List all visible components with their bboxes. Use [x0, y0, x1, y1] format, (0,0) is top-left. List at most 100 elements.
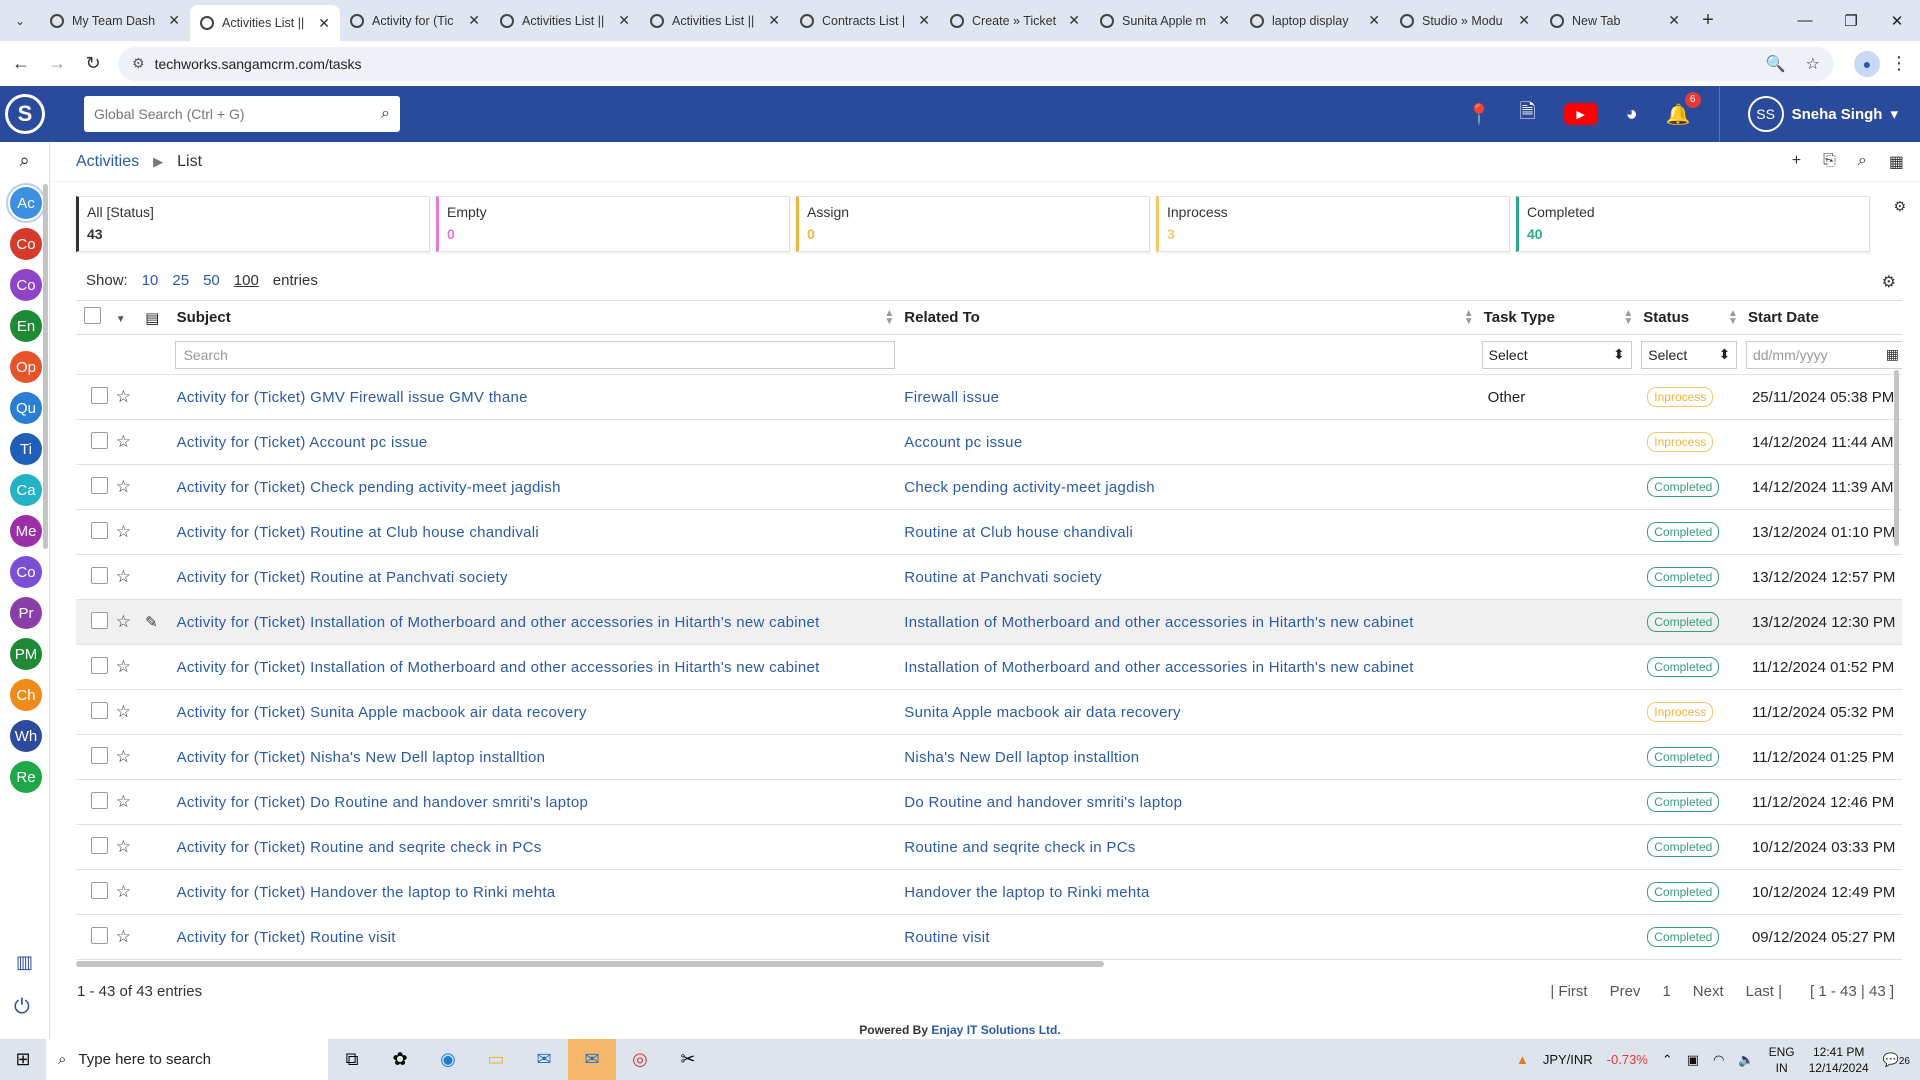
- rail-module-item[interactable]: Co: [10, 269, 42, 301]
- app-logo[interactable]: S: [0, 86, 50, 142]
- column-header-related-to[interactable]: Related To ▲ ▼: [902, 300, 1482, 335]
- row-checkbox[interactable]: [91, 431, 108, 449]
- forward-icon[interactable]: →: [42, 53, 72, 74]
- star-icon[interactable]: ☆: [116, 927, 131, 946]
- import-icon[interactable]: ⎘: [1823, 152, 1836, 172]
- volume-icon[interactable]: 🔈: [1738, 1052, 1754, 1068]
- tray-chevron-icon[interactable]: ⌃: [1662, 1052, 1673, 1068]
- tab-close-icon[interactable]: ✕: [1068, 12, 1080, 29]
- stock-ticker-icon[interactable]: ▲: [1516, 1052, 1529, 1067]
- url-field[interactable]: ⚙ techworks.sangamcrm.com/tasks 🔍 ☆: [118, 46, 1834, 81]
- task-type-filter-select[interactable]: Select ⬍: [1481, 340, 1632, 369]
- rail-module-item[interactable]: Ch: [10, 679, 42, 711]
- subject-link[interactable]: Activity for (Ticket) GMV Firewall issue…: [177, 389, 528, 406]
- column-header-subject[interactable]: Subject ▲ ▼: [174, 300, 903, 335]
- rail-scrollbar[interactable]: [43, 184, 48, 549]
- browser-tab[interactable]: laptop display ✕: [1240, 0, 1390, 41]
- search-icon[interactable]: ⌕: [381, 105, 390, 123]
- related-to-link[interactable]: Handover the laptop to Rinki mehta: [904, 884, 1149, 901]
- list-search-icon[interactable]: ⌕: [1858, 152, 1867, 172]
- subject-link[interactable]: Activity for (Ticket) Account pc issue: [177, 434, 428, 451]
- rail-module-item[interactable]: Co: [10, 228, 42, 260]
- tab-close-icon[interactable]: ✕: [618, 12, 630, 29]
- global-search-input[interactable]: Global Search (Ctrl + G) ⌕: [84, 96, 400, 132]
- restore-icon[interactable]: ❐: [1828, 0, 1874, 41]
- tab-close-icon[interactable]: ✕: [468, 12, 480, 29]
- outlook-new-icon[interactable]: ✉: [568, 1039, 616, 1080]
- table-row[interactable]: ☆ Activity for (Ticket) Routine and seqri…: [76, 824, 1902, 870]
- column-toggle-icon[interactable]: ▤: [145, 310, 159, 327]
- table-row[interactable]: ☆ Activity for (Ticket) GMV Firewall issu…: [76, 374, 1902, 420]
- subject-filter-input[interactable]: Search: [174, 340, 895, 369]
- page-size-option[interactable]: 50: [203, 272, 220, 289]
- tab-close-icon[interactable]: ✕: [318, 15, 330, 32]
- status-card[interactable]: Inprocess 3: [1156, 196, 1510, 252]
- power-icon[interactable]: ⏻: [14, 996, 30, 1019]
- star-icon[interactable]: ☆: [116, 567, 131, 586]
- browser-tab[interactable]: Activity for (Tic ✕: [340, 0, 490, 41]
- tab-close-icon[interactable]: ✕: [918, 12, 930, 29]
- star-icon[interactable]: ☆: [116, 612, 131, 631]
- related-to-link[interactable]: Installation of Motherboard and other ac…: [904, 614, 1414, 631]
- star-icon[interactable]: ☆: [116, 432, 131, 451]
- table-row[interactable]: ☆ Activity for (Ticket) Check pending act…: [76, 464, 1902, 510]
- pager-item[interactable]: Next: [1693, 983, 1724, 1000]
- subject-link[interactable]: Activity for (Ticket) Routine at Panchva…: [177, 569, 508, 586]
- page-size-option[interactable]: 100: [234, 272, 259, 289]
- back-icon[interactable]: ←: [6, 53, 36, 74]
- rail-module-item[interactable]: Ac: [6, 183, 46, 223]
- browser-tab[interactable]: New Tab ✕: [1540, 0, 1690, 41]
- related-to-link[interactable]: Sunita Apple macbook air data recovery: [904, 704, 1181, 721]
- table-row[interactable]: ☆ Activity for (Ticket) Account pc issue A…: [76, 419, 1902, 465]
- pager-item[interactable]: Last |: [1746, 983, 1782, 1000]
- notification-center-icon[interactable]: 💬26: [1883, 1052, 1910, 1068]
- user-menu[interactable]: SS Sneha Singh ▾: [1718, 86, 1898, 142]
- edge-browser-icon[interactable]: ◉: [424, 1039, 472, 1080]
- tab-close-icon[interactable]: ✕: [1668, 12, 1680, 29]
- start-date-filter-input[interactable]: dd/mm/yyyy ▦: [1745, 340, 1902, 369]
- site-info-icon[interactable]: ⚙: [132, 55, 145, 72]
- subject-link[interactable]: Activity for (Ticket) Routine visit: [177, 929, 396, 946]
- tab-close-icon[interactable]: ✕: [1518, 12, 1530, 29]
- star-icon[interactable]: ☆: [116, 747, 131, 766]
- row-checkbox[interactable]: [91, 836, 108, 854]
- column-header-start-date[interactable]: Start Date: [1745, 300, 1902, 335]
- rail-module-item[interactable]: Me: [10, 515, 42, 547]
- related-to-link[interactable]: Check pending activity-meet jagdish: [904, 479, 1155, 496]
- browser-tab[interactable]: Activities List || ✕: [190, 5, 340, 41]
- browser-tab[interactable]: Activities List || ✕: [640, 0, 790, 41]
- language-indicator[interactable]: ENG IN: [1769, 1044, 1795, 1076]
- pager-item[interactable]: [ 1 - 43 | 43 ]: [1810, 983, 1894, 1000]
- row-checkbox[interactable]: [91, 701, 108, 719]
- library-icon[interactable]: ▥: [16, 952, 33, 973]
- star-icon[interactable]: ☆: [116, 477, 131, 496]
- subject-link[interactable]: Activity for (Ticket) Sunita Apple macbo…: [177, 704, 587, 721]
- globe-icon[interactable]: ◕: [1626, 103, 1638, 126]
- column-header-status[interactable]: Status ▲ ▼: [1641, 300, 1746, 335]
- table-row[interactable]: ☆ Activity for (Ticket) Do Routine and ha…: [76, 779, 1902, 825]
- star-icon[interactable]: ☆: [116, 792, 131, 811]
- rail-module-item[interactable]: PM: [10, 638, 42, 670]
- status-card[interactable]: Completed 40: [1516, 196, 1870, 252]
- star-icon[interactable]: ☆: [116, 702, 131, 721]
- cards-settings-icon[interactable]: ⚙: [1893, 198, 1906, 215]
- calendar-icon[interactable]: ▦: [1886, 346, 1899, 363]
- select-dropdown-icon[interactable]: ▼: [116, 314, 126, 325]
- browser-profile-icon[interactable]: ●: [1854, 50, 1880, 77]
- tab-close-icon[interactable]: ✕: [168, 12, 180, 29]
- star-icon[interactable]: ☆: [116, 522, 131, 541]
- related-to-link[interactable]: Routine and seqrite check in PCs: [904, 839, 1135, 856]
- taskbar-search-input[interactable]: ⌕ Type here to search: [46, 1039, 328, 1080]
- minimize-icon[interactable]: —: [1782, 0, 1828, 41]
- related-to-link[interactable]: Routine at Club house chandivali: [904, 524, 1133, 541]
- browser-tab[interactable]: Studio » Modu ✕: [1390, 0, 1540, 41]
- rail-module-item[interactable]: Qu: [10, 392, 42, 424]
- subject-link[interactable]: Activity for (Ticket) Installation of Mo…: [177, 614, 820, 631]
- tab-close-icon[interactable]: ✕: [1218, 12, 1230, 29]
- rail-module-item[interactable]: Pr: [10, 597, 42, 629]
- row-checkbox[interactable]: [91, 791, 108, 809]
- rail-module-item[interactable]: Wh: [10, 720, 42, 752]
- row-checkbox[interactable]: [91, 566, 108, 584]
- status-card[interactable]: Assign 0: [796, 196, 1150, 252]
- pager-item[interactable]: Prev: [1610, 983, 1641, 1000]
